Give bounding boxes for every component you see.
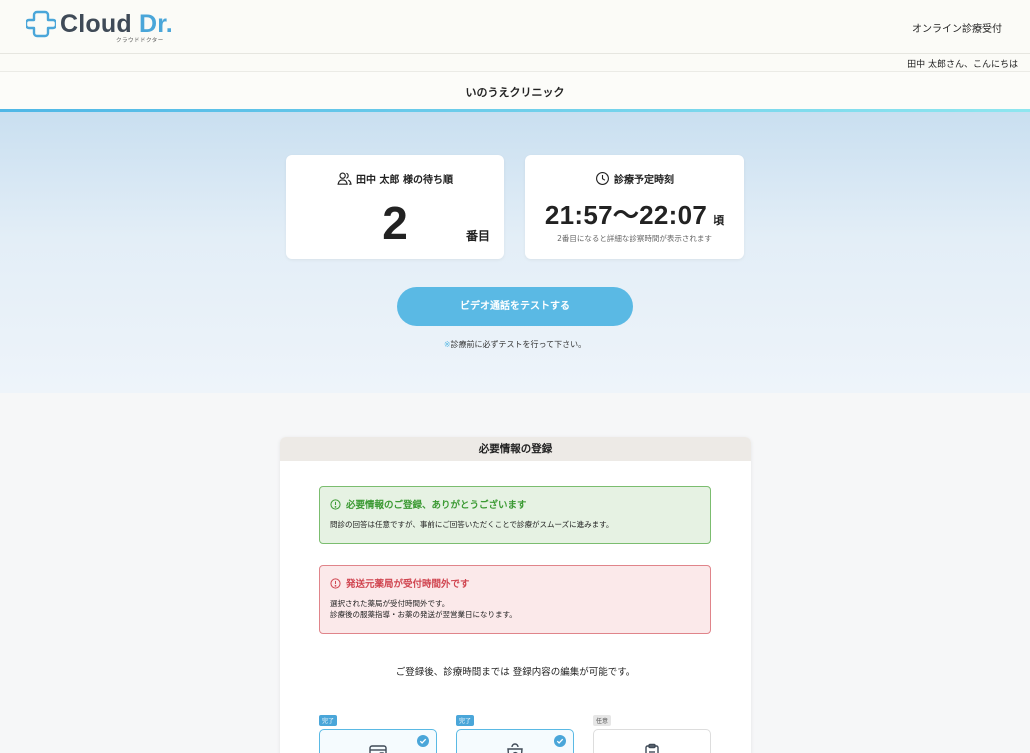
registration-panel: 必要情報の登録 必要情報のご登録、ありがとうございます 問診の回答は任意ですが、… [280, 437, 751, 753]
error-alert-line2: 診療後の服薬指導・お薬の発送が翌営業日になります。 [330, 610, 517, 619]
clinic-name: いのうえクリニック [465, 86, 565, 99]
registration-title: 必要情報の登録 [280, 437, 751, 461]
check-circle-icon [417, 735, 429, 747]
user-greeting: 田中 太郎さん、こんにちは [907, 60, 1018, 70]
step-patient-info[interactable]: 完了 [319, 708, 437, 753]
step-pharmacy[interactable]: 完了 [456, 708, 574, 753]
step-status-tag: 完了 [319, 715, 338, 726]
video-test-button[interactable]: ビデオ通話をテストする [397, 287, 633, 326]
greeting-bar: 田中 太郎さん、こんにちは [0, 54, 1030, 72]
success-alert-title: 必要情報のご登録、ありがとうございます [346, 500, 527, 511]
step-status-tag: 任意 [593, 715, 612, 726]
logo-subtext: クラウドドクター [116, 38, 164, 44]
waiting-card-title: 田中 太郎 様の待ち順 [356, 175, 453, 186]
logo[interactable]: Cloud Dr. クラウドドクター [26, 9, 173, 45]
pharmacy-bag-icon [507, 743, 523, 753]
clock-icon [596, 172, 609, 185]
scheduled-time-card: 診療予定時刻 21:57～22:07 頃 2番目になると詳細な診察時間が表示され… [525, 155, 744, 259]
status-hero: 田中 太郎 様の待ち順 2 番目 診療予定時刻 21:57～22:07 頃 2番… [0, 112, 1030, 393]
clipboard-icon [645, 743, 659, 753]
time-card-note: 2番目になると詳細な診察時間が表示されます [557, 234, 712, 243]
top-header: Cloud Dr. クラウドドクター オンライン診療受付 [0, 0, 1030, 54]
time-card-title: 診療予定時刻 [614, 175, 674, 186]
clinic-bar: いのうえクリニック [0, 72, 1030, 109]
step-status-tag: 完了 [456, 715, 475, 726]
online-reception-link[interactable]: オンライン診療受付 [912, 20, 1002, 35]
success-alert-body: 問診の回答は任意ですが、事前にご回答いただくことで診療がスムーズに進みます。 [330, 520, 614, 529]
scheduled-time-range: 21:57～22:07 [544, 200, 708, 230]
info-circle-icon [330, 498, 341, 510]
waiting-order-card: 田中 太郎 様の待ち順 2 番目 [286, 155, 504, 259]
waiting-unit: 番目 [465, 229, 490, 243]
error-alert-title: 発送元薬局が受付時間外です [346, 579, 470, 590]
warning-circle-icon [330, 577, 341, 589]
video-test-note: ※診療前に必ずテストを行って下さい。 [443, 340, 587, 349]
check-circle-icon [554, 735, 566, 747]
id-card-icon [369, 745, 387, 753]
step-questionnaire[interactable]: 任意 [593, 708, 711, 753]
error-alert: 発送元薬局が受付時間外です 選択された薬局が受付時間外です。 診療後の服薬指導・… [319, 565, 711, 634]
edit-note: ご登録後、診療時間までは 登録内容の編集が可能です。 [395, 667, 636, 678]
users-icon [337, 172, 352, 185]
logo-cross-icon [26, 10, 56, 38]
success-alert: 必要情報のご登録、ありがとうございます 問診の回答は任意ですが、事前にご回答いた… [319, 486, 711, 544]
time-suffix: 頃 [713, 214, 725, 227]
logo-text: Cloud Dr. [60, 10, 173, 38]
error-alert-line1: 選択された薬局が受付時間外です。 [330, 599, 450, 608]
note-mark: ※ [443, 340, 451, 349]
